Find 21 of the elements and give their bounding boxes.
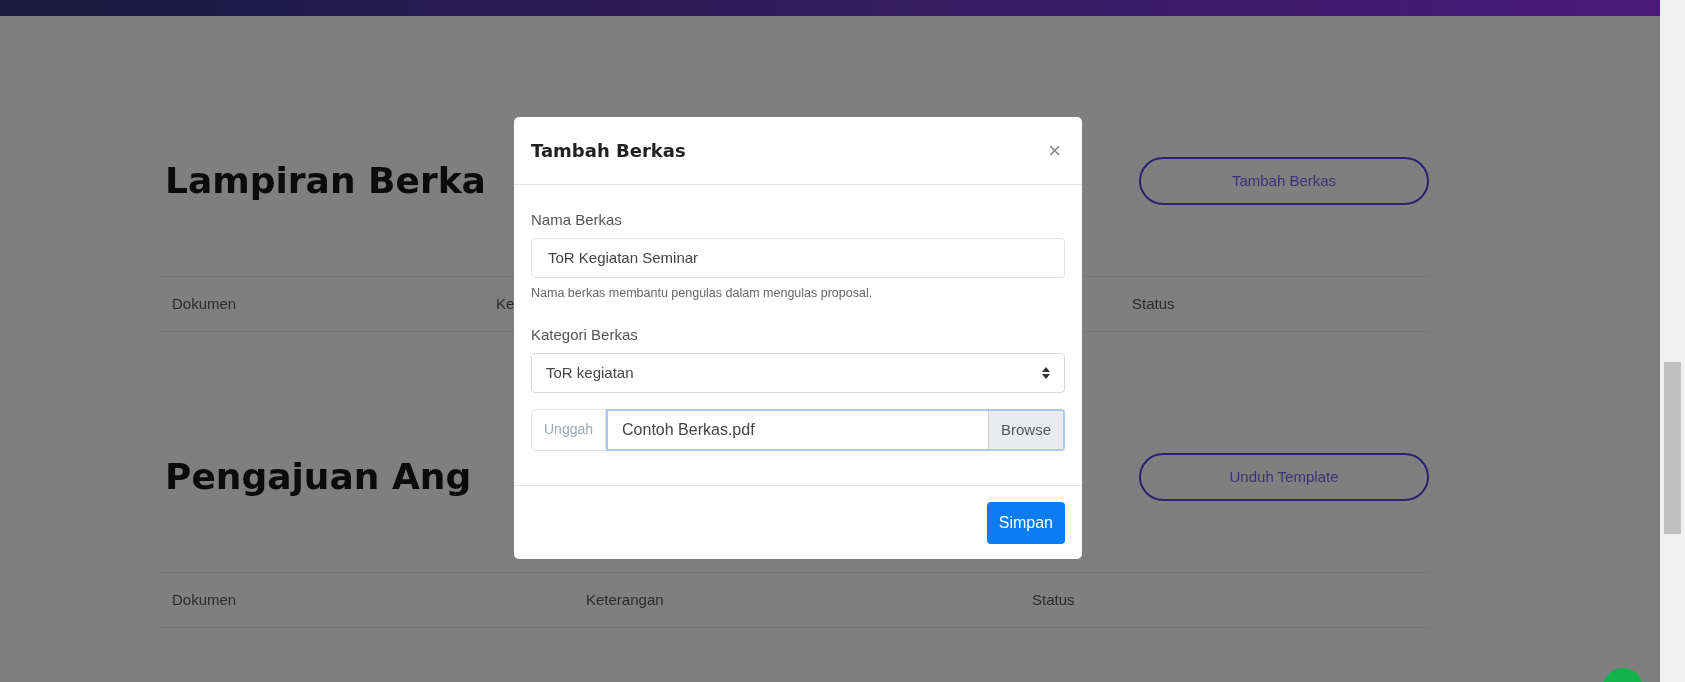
scrollbar-thumb[interactable] [1664, 362, 1681, 534]
modal-title: Tambah Berkas [531, 139, 686, 163]
column-header: Ke [496, 293, 515, 314]
file-input[interactable]: Contoh Berkas.pdf Browse [606, 408, 1065, 451]
column-header: Status [1132, 293, 1175, 314]
section-heading: Lampiran Berka [164, 159, 486, 203]
field-label: Nama Berkas [531, 210, 622, 230]
column-header: Dokumen [172, 293, 237, 314]
upload-addon: Unggah [531, 408, 607, 451]
help-text: Nama berkas membantu pengulas dalam mengulas proposal. [531, 284, 873, 302]
browse-button[interactable]: Browse [987, 410, 1063, 449]
column-header: Keterangan [586, 589, 664, 610]
section-heading: Pengajuan Ang [164, 455, 472, 499]
column-header: Dokumen [172, 589, 237, 610]
field-label: Kategori Berkas [531, 325, 638, 346]
column-header: Status [1032, 589, 1075, 610]
select-field[interactable]: ToR kegiatan [531, 352, 1065, 393]
text-input[interactable]: ToR Kegiatan Seminar [531, 237, 1065, 278]
sort-arrows-icon [1042, 366, 1050, 379]
close-button[interactable]: × [1044, 139, 1065, 162]
save-button[interactable]: Simpan [986, 501, 1065, 544]
